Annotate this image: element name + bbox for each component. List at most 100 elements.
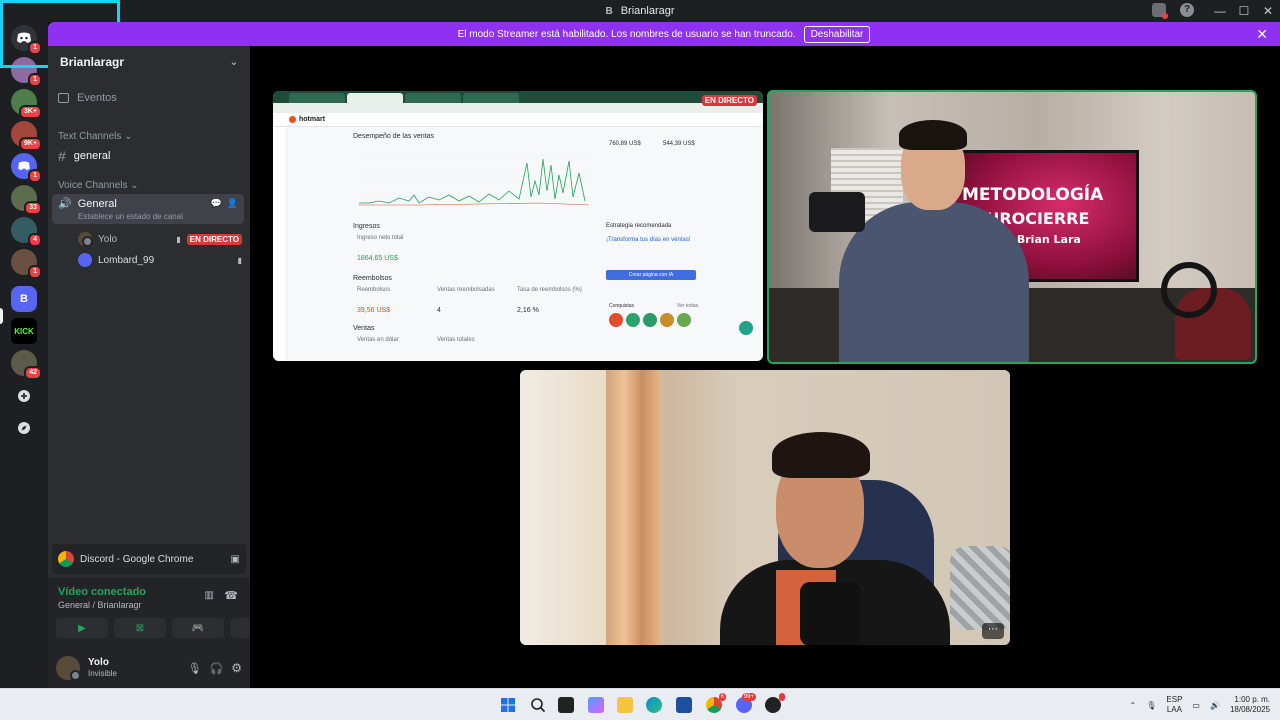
share-screen-button[interactable]: ⊠ [114,618,166,638]
reembolso-tasa: 2,16 % [517,307,539,314]
edge-icon[interactable] [646,697,662,713]
server-avatar-icon[interactable]: 4 [11,217,42,247]
disable-streamer-button[interactable]: Deshabilitar [803,25,871,43]
member-name: Yolo [98,233,118,245]
obs-icon[interactable] [765,693,785,713]
banner-close-icon[interactable]: ✕ [1256,26,1268,43]
speaker-icon: 🔊 [58,198,72,210]
task-view-icon[interactable] [558,697,574,713]
webcam-tile[interactable]: ⋯ [520,370,1010,645]
add-server-icon[interactable] [11,383,37,409]
voice-member-yolo[interactable]: Yolo ▮ EN DIRECTO [78,232,242,247]
screen-share-icon[interactable]: ▣ [231,554,240,565]
server-avatar-icon[interactable]: 1 [11,249,42,279]
saldo-2: 544,39 US$ [663,141,695,147]
chevron-up-icon[interactable]: ⌃ [1130,701,1137,710]
window-title-text: Brianlaragr [620,5,675,17]
connection-location[interactable]: General / Brianlaragr [58,600,142,610]
hotmart-logo-icon [289,116,296,123]
kick-icon[interactable]: KICK [11,318,37,344]
user-name: Yolo [88,657,109,668]
language-layout: LAA [1166,705,1182,714]
server-header[interactable]: Brianlaragr ⌄ [48,46,250,78]
notification-badge: 1 [28,169,42,183]
connection-status[interactable]: Vídeo conectado [58,586,146,598]
chat-fab-icon[interactable] [739,321,753,335]
server-avatar-icon[interactable]: 33 [11,185,42,215]
ventas-col-1: Ventas en dólar [357,337,399,343]
camera-icon: ▮ [237,255,242,265]
ventas-heading: Ventas [353,325,375,332]
microphone-tray-icon[interactable]: 🎙 [1146,701,1156,710]
minimize-button[interactable]: — [1208,4,1232,18]
chrome-icon[interactable]: 6 [706,693,726,713]
person-body [839,202,1029,362]
window-titlebar: B Brianlaragr ? — ☐ ✕ [0,0,1280,22]
notification-badge: 1 [28,73,42,87]
store-icon[interactable] [676,697,692,713]
disconnect-icon[interactable]: ☎ [224,589,238,602]
voice-channel-general[interactable]: 🔊 General Establece un estado de canal 💬… [52,194,244,224]
headphones-icon[interactable]: 🎧 [210,662,224,675]
avatar[interactable] [56,656,81,681]
activity-label: Discord - Google Chrome [80,553,194,565]
activities-button[interactable]: 🎮 [172,618,224,638]
noise-icon[interactable]: ▥ [205,590,214,601]
help-icon[interactable]: ? [1180,3,1194,17]
discord-icon[interactable]: 99+ [736,693,756,713]
discover-icon[interactable] [11,415,37,441]
microphone-icon[interactable]: 🎙 [188,662,202,675]
server-b-icon[interactable]: B [11,286,37,312]
clock[interactable]: 1:00 p. m. 18/08/2025 [1230,695,1270,715]
voice-member-lombard[interactable]: Lombard_99 ▮ [78,253,242,267]
more-options-button[interactable]: ⋯ [982,623,1004,639]
pillow [950,546,1010,630]
channel-status-hint[interactable]: Establece un estado de canal [78,212,183,221]
invite-icon[interactable]: 👤 [227,198,238,209]
server-rail: 1 1 3K+ 9K+ 1 33 4 1 B KICK 42 [0,22,48,688]
events-item[interactable]: Eventos [58,92,117,104]
avatar [78,232,93,247]
channel-sidebar: Brianlaragr ⌄ Eventos Text Channels ⌄ # … [48,46,282,688]
camera-button[interactable]: ▶ [56,618,108,638]
microphone [809,192,865,232]
inbox-icon[interactable] [1152,3,1168,19]
calendar-icon [58,93,69,103]
discord-server-icon[interactable]: 1 [11,153,42,183]
language-indicator[interactable]: ESP LAA [1166,695,1182,715]
channel-general-text[interactable]: # general [58,148,111,164]
voice-connection-panel: Vídeo conectado General / Brianlaragr ▥ … [48,578,282,648]
screen-share-tile[interactable]: hotmart EN DIRECTO Desempeño de las vent… [273,91,763,361]
windows-start-icon[interactable] [500,697,516,713]
create-page-button[interactable]: Crear página con IA [606,270,696,280]
copilot-icon[interactable] [588,697,604,713]
category-voice-channels[interactable]: Voice Channels ⌄ [58,180,139,191]
search-icon[interactable] [530,697,546,713]
ingresos-heading: Ingresos [353,223,380,230]
server-avatar-icon[interactable]: 3K+ [11,89,42,119]
windows-taskbar: 6 99+ ⌃ 🎙 ESP LAA ▭ 🔊 1:00 p. m. 18/08/2… [0,688,1280,720]
volume-icon[interactable]: 🔊 [1210,701,1220,710]
notification-badge: 3K+ [18,105,42,119]
ver-todas-link[interactable]: Ver todas [677,303,698,309]
hotmart-dashboard: Desempeño de las ventas Ingresos Ingreso… [273,127,763,361]
category-text-channels[interactable]: Text Channels ⌄ [58,131,133,142]
file-explorer-icon[interactable] [617,697,633,713]
network-icon[interactable]: ▭ [1192,701,1200,710]
curtain [606,370,660,645]
notification-badge: 1 [28,265,42,279]
streamer-mode-message: El modo Streamer está habilitado. Los no… [457,28,796,40]
reembolsos-col-2: Ventas reembolsadas [437,287,495,293]
webcam-tile-speaking[interactable]: METODOLOGÍA NEUROCIERRE Por Brian Lara [767,90,1257,364]
chat-icon[interactable]: 💬 [211,198,222,209]
close-window-button[interactable]: ✕ [1256,4,1280,18]
server-avatar-icon[interactable]: 42 [11,350,42,380]
reembolso-ventas: 4 [437,307,441,314]
ingreso-neto-value: 1864,65 US$ [357,255,398,262]
ingreso-neto-label: Ingreso neto total [357,235,404,241]
events-label: Eventos [77,92,117,104]
gear-icon[interactable]: ⚙ [231,661,242,675]
saldo-1: 760,89 US$ [609,141,641,147]
server-avatar-icon[interactable]: 9K+ [11,121,42,151]
maximize-button[interactable]: ☐ [1232,4,1256,18]
